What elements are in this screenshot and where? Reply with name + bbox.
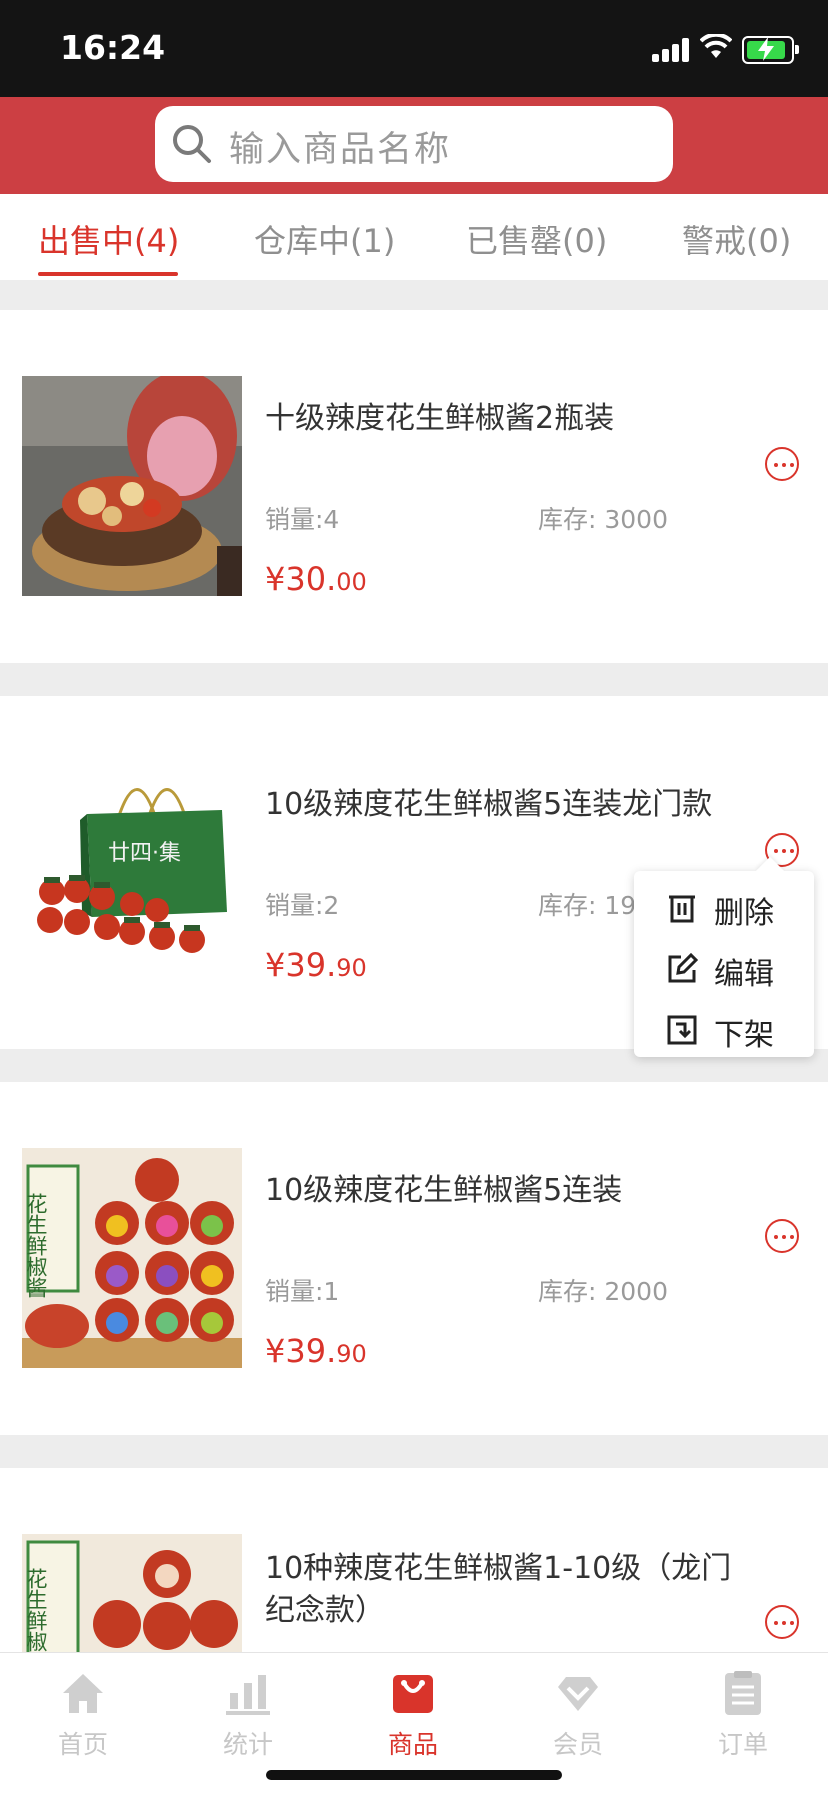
delete-button[interactable]: 删除 [666,888,806,931]
bag-icon [393,1675,433,1713]
signal-icon [652,38,692,62]
action-menu: 删除 编辑 下架 [634,871,814,1057]
trash-icon [669,895,695,923]
offshelf-button[interactable]: 下架 [666,1010,806,1053]
product-image: 廿四·集 [22,762,242,982]
tab-on-sale[interactable]: 出售中(4) [38,216,179,262]
more-options-icon[interactable] [765,1605,799,1639]
more-options-icon[interactable] [765,1219,799,1253]
product-card[interactable]: 花生鲜椒酱 10级辣度花生鲜椒酱5连装 销量:1 库存: 2000 ¥39.90 [0,1082,828,1435]
svg-text:廿四·集: 廿四·集 [108,841,181,866]
search-input[interactable]: 输入商品名称 [155,106,673,182]
edit-icon [668,953,698,983]
battery-icon [742,36,799,64]
offshelf-label: 下架 [714,1018,774,1053]
product-sales: 销量:1 [265,1277,340,1306]
product-price: ¥39.90 [265,946,367,984]
product-sales: 销量:4 [265,505,340,534]
product-image: 花生鲜椒酱 [22,1148,242,1368]
status-tabs: 出售中(4) 仓库中(1) 已售罄(0) 警戒(0) [0,194,828,280]
delete-label: 删除 [714,896,774,931]
header: 输入商品名称 [0,97,828,194]
product-image: 花生鲜椒酱 [22,1534,242,1652]
edit-button[interactable]: 编辑 [666,949,806,992]
order-icon [725,1671,761,1715]
product-title: 10级辣度花生鲜椒酱5连装龙门款 [265,787,713,822]
product-stock: 库存: 19 [538,891,637,920]
product-price: ¥39.90 [265,1332,367,1370]
product-sales: 销量:2 [265,891,340,920]
search-icon [173,125,211,163]
chart-icon [226,1675,270,1715]
product-card[interactable]: 花生鲜椒酱 10种辣度花生鲜椒酱1-10级（龙门纪念款） [0,1468,828,1652]
status-time: 16:24 [60,28,166,67]
product-stock: 库存: 3000 [538,505,668,534]
product-price: ¥30.00 [265,560,367,598]
wifi-icon [700,34,732,58]
svg-text:花生鲜椒酱: 花生鲜椒酱 [24,1193,48,1298]
product-stock: 库存: 2000 [538,1277,668,1306]
tab-warning[interactable]: 警戒(0) [682,216,791,262]
svg-text:花生鲜椒酱: 花生鲜椒酱 [24,1568,48,1652]
product-image [22,376,242,596]
product-title: 10级辣度花生鲜椒酱5连装 [265,1173,623,1208]
product-title: 10种辣度花生鲜椒酱1-10级（龙门纪念款） [265,1551,732,1628]
diamond-icon [558,1677,598,1711]
product-card[interactable]: 十级辣度花生鲜椒酱2瓶装 销量:4 库存: 3000 ¥30.00 [0,310,828,663]
search-placeholder: 输入商品名称 [229,130,452,170]
off-shelf-icon [667,1015,697,1045]
edit-label: 编辑 [714,957,774,992]
tab-warehouse[interactable]: 仓库中(1) [254,216,395,262]
home-icon [63,1674,103,1713]
more-options-icon[interactable] [765,447,799,481]
status-bar: 16:24 [0,0,828,97]
tab-sold-out[interactable]: 已售罄(0) [466,216,607,262]
home-indicator [266,1770,562,1780]
tab-underline [38,272,178,276]
product-title: 十级辣度花生鲜椒酱2瓶装 [265,401,615,436]
